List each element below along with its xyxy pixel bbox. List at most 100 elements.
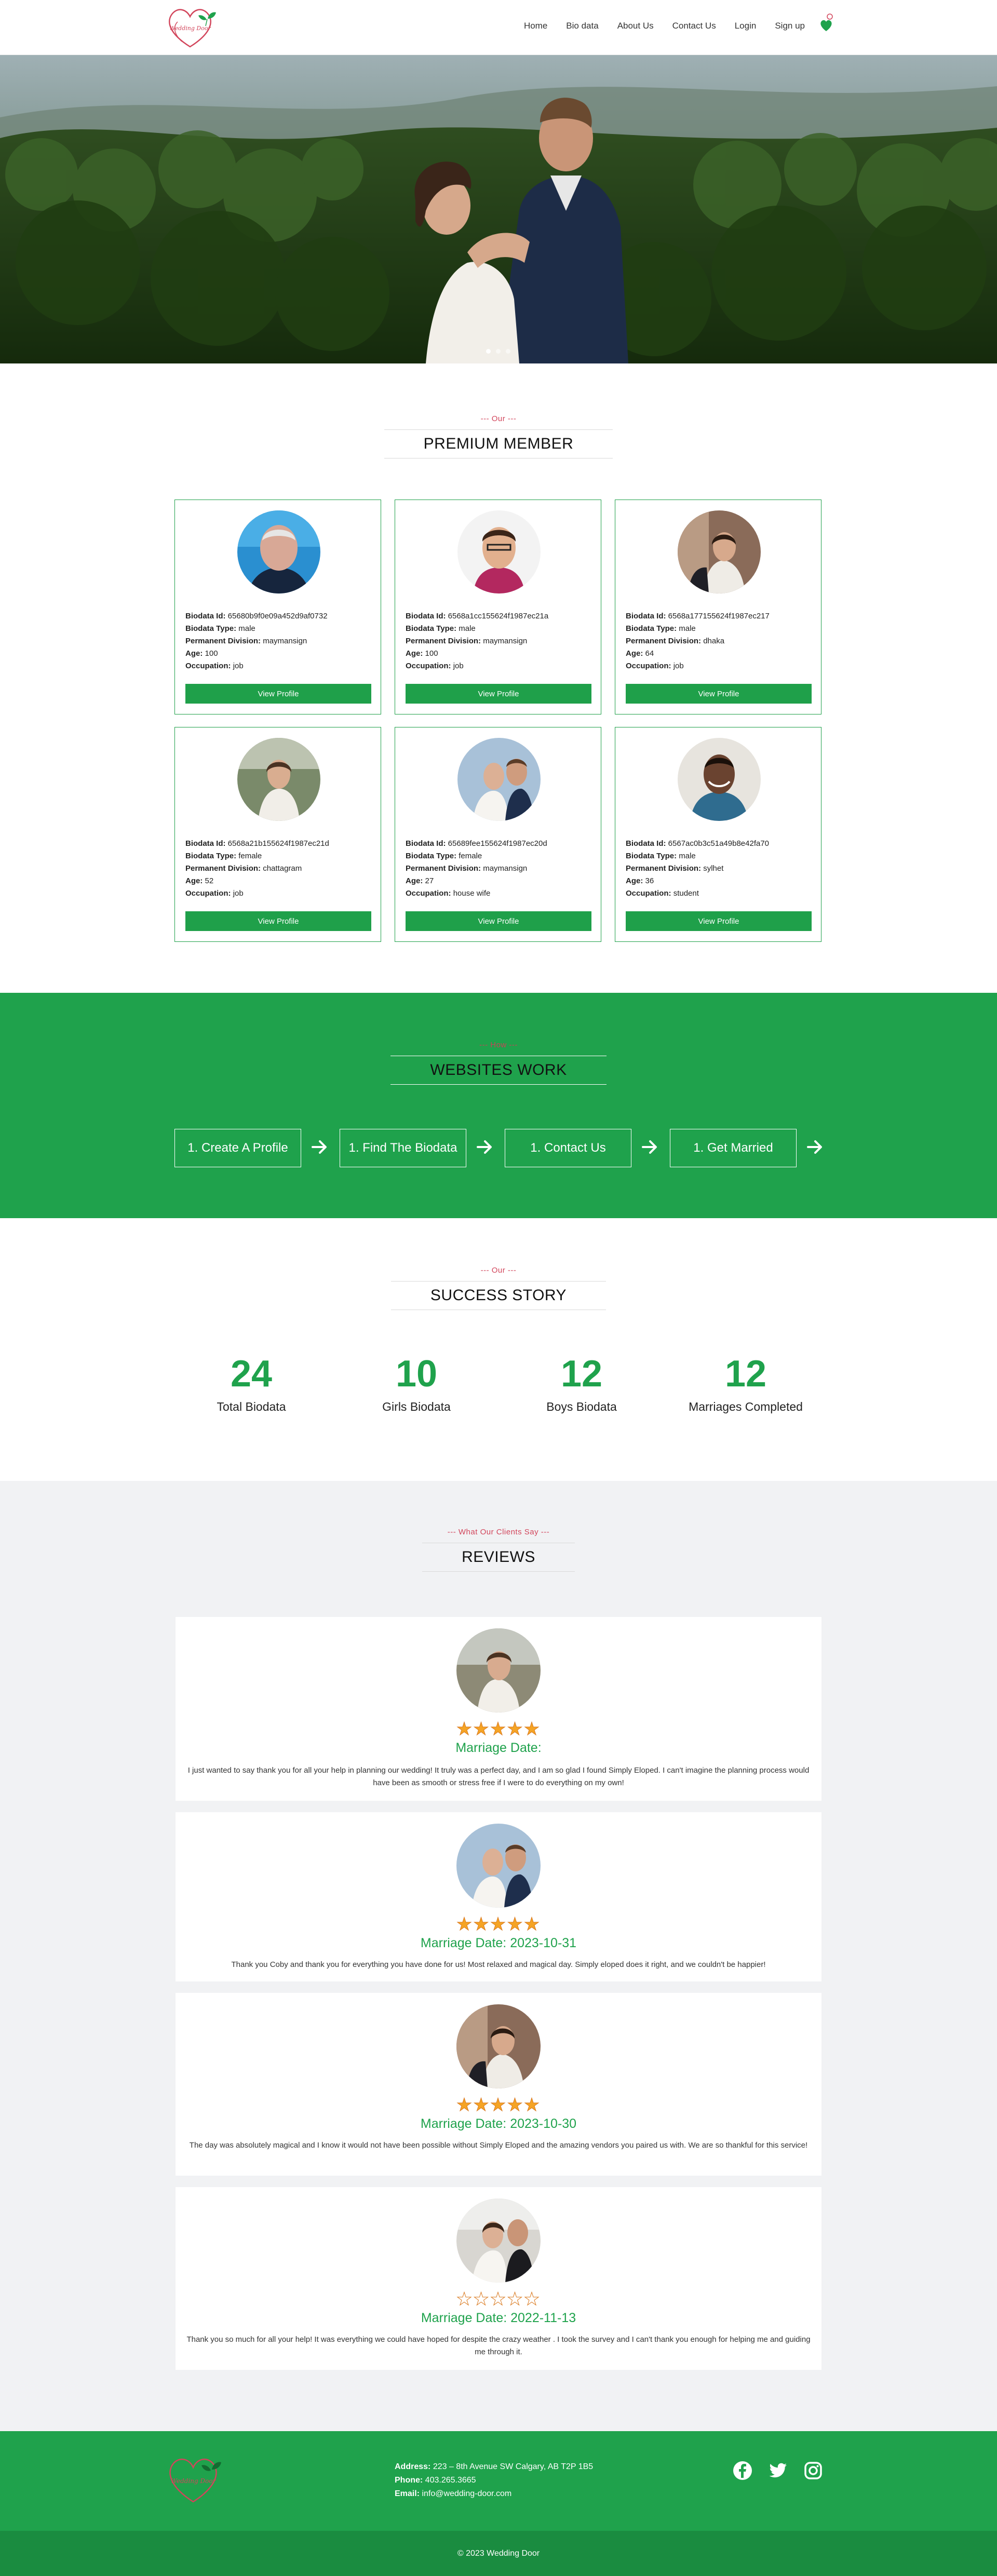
star-icon: ★ <box>473 1914 490 1934</box>
biodata-id-label: Biodata Id: <box>626 612 666 621</box>
carousel-dot-2[interactable] <box>496 349 501 354</box>
stat-marriages-completed: 12 Marriages Completed <box>668 1352 824 1414</box>
division-value: maymansign <box>483 864 528 873</box>
occupation-value: job <box>673 662 684 670</box>
age-value: 100 <box>205 649 218 658</box>
footer-logo[interactable]: Wedding Door <box>164 2454 228 2506</box>
premium-heading: --- Our --- PREMIUM MEMBER <box>0 414 997 458</box>
occupation-label: Occupation: <box>626 889 671 898</box>
view-profile-button[interactable]: View Profile <box>626 684 812 704</box>
star-icon: ★ <box>507 1914 524 1934</box>
address-label: Address: <box>395 2462 431 2471</box>
carousel-dot-3[interactable] <box>506 349 510 354</box>
rating-stars: ★★★★★ <box>176 1719 821 1739</box>
star-icon: ★ <box>473 2289 490 2309</box>
work-title: WEBSITES WORK <box>390 1056 607 1085</box>
biodata-type-value: male <box>459 624 476 633</box>
work-subtitle: --- How --- <box>479 1041 518 1049</box>
member-avatar <box>457 510 541 594</box>
nav-about-us[interactable]: About Us <box>617 21 654 31</box>
phone-value[interactable]: 403.265.3665 <box>425 2476 476 2485</box>
biodata-id-label: Biodata Id: <box>406 612 446 621</box>
member-avatar <box>237 738 320 821</box>
review-avatar <box>456 2199 541 2283</box>
biodata-id-value: 65689fee155624f1987ec20d <box>448 839 547 848</box>
star-icon: ★ <box>507 2289 524 2309</box>
division-value: chattagram <box>263 864 302 873</box>
heart-icon[interactable] <box>818 12 834 33</box>
nav-login[interactable]: Login <box>735 21 757 31</box>
site-footer: Wedding Door Address: 223 – 8th Avenue S… <box>0 2431 997 2531</box>
stat-total-biodata: 24 Total Biodata <box>173 1352 329 1414</box>
occupation-value: job <box>453 662 464 670</box>
age-label: Age: <box>626 876 643 885</box>
stat-number: 12 <box>724 1353 767 1395</box>
step-create-profile[interactable]: 1. Create A Profile <box>174 1129 301 1167</box>
twitter-icon[interactable] <box>767 2460 788 2481</box>
premium-member-card: Biodata Id: 6568a1cc155624f1987ec21a Bio… <box>395 500 601 714</box>
step-contact-us[interactable]: 1. Contact Us <box>505 1129 631 1167</box>
biodata-id-value: 6568a1cc155624f1987ec21a <box>448 612 549 621</box>
occupation-label: Occupation: <box>406 662 451 670</box>
view-profile-button[interactable]: View Profile <box>185 911 371 931</box>
star-icon: ★ <box>490 1719 507 1739</box>
stat-girls-biodata: 10 Girls Biodata <box>339 1352 494 1414</box>
nav-biodata[interactable]: Bio data <box>566 21 598 31</box>
view-profile-button[interactable]: View Profile <box>406 911 591 931</box>
nav-home[interactable]: Home <box>524 21 547 31</box>
age-label: Age: <box>406 649 423 658</box>
biodata-type-value: male <box>238 624 255 633</box>
reviews-title: REVIEWS <box>422 1543 575 1572</box>
copyright-text: © 2023 Wedding Door <box>457 2548 540 2558</box>
instagram-icon[interactable] <box>803 2460 824 2481</box>
biodata-type-value: male <box>679 624 696 633</box>
marriage-date: Marriage Date: <box>455 1741 542 1755</box>
age-value: 100 <box>425 649 438 658</box>
star-icon: ★ <box>523 1914 541 1934</box>
review-card: ★★★★★ Marriage Date: 2023-10-30 The day … <box>176 1993 821 2176</box>
division-label: Permanent Division: <box>185 864 261 873</box>
success-title: SUCCESS STORY <box>390 1281 607 1310</box>
stat-number: 24 <box>230 1353 273 1395</box>
email-value[interactable]: info@wedding-door.com <box>422 2489 511 2498</box>
review-card: ★★★★★ Marriage Date: 2022-11-13 Thank yo… <box>176 2187 821 2370</box>
age-value: 27 <box>425 876 434 885</box>
hero-banner <box>0 55 997 363</box>
email-label: Email: <box>395 2489 420 2498</box>
stat-label: Total Biodata <box>217 1400 286 1413</box>
site-logo[interactable]: Wedding Door <box>164 5 221 50</box>
view-profile-button[interactable]: View Profile <box>185 684 371 704</box>
step-get-married[interactable]: 1. Get Married <box>670 1129 797 1167</box>
member-avatar <box>678 510 761 594</box>
marriage-date: Marriage Date: 2023-10-30 <box>420 2116 577 2131</box>
work-heading: --- How --- WEBSITES WORK <box>0 1041 997 1085</box>
address-value: 223 – 8th Avenue SW Calgary, AB T2P 1B5 <box>433 2462 594 2471</box>
stat-boys-biodata: 12 Boys Biodata <box>504 1352 659 1414</box>
arrow-right-icon <box>311 1138 328 1156</box>
member-avatar <box>457 738 541 821</box>
success-heading: --- Our --- SUCCESS STORY <box>0 1266 997 1310</box>
premium-member-card: Biodata Id: 65680b9f0e09a452d9af0732 Bio… <box>174 500 381 714</box>
occupation-value: house wife <box>453 889 491 898</box>
stat-label: Marriages Completed <box>689 1400 803 1413</box>
facebook-icon[interactable] <box>732 2460 753 2481</box>
premium-subtitle: --- Our --- <box>480 414 517 423</box>
review-avatar <box>456 1824 541 1908</box>
premium-member-card: Biodata Id: 6567ac0b3c51a49b8e42fa70 Bio… <box>615 727 821 942</box>
biodata-type-value: female <box>459 852 482 860</box>
view-profile-button[interactable]: View Profile <box>406 684 591 704</box>
premium-title: PREMIUM MEMBER <box>384 429 613 458</box>
nav-contact-us[interactable]: Contact Us <box>672 21 716 31</box>
biodata-id-label: Biodata Id: <box>626 839 666 848</box>
division-value: sylhet <box>703 864 724 873</box>
view-profile-button[interactable]: View Profile <box>626 911 812 931</box>
star-icon: ★ <box>490 2289 507 2309</box>
reviews-heading: --- What Our Clients Say --- REVIEWS <box>0 1528 997 1572</box>
division-label: Permanent Division: <box>626 864 702 873</box>
step-find-biodata[interactable]: 1. Find The Biodata <box>340 1129 466 1167</box>
occupation-label: Occupation: <box>406 889 451 898</box>
phone-label: Phone: <box>395 2476 423 2485</box>
review-text: Thank you Coby and thank you for everyth… <box>231 1960 766 1969</box>
carousel-dot-1[interactable] <box>486 349 491 354</box>
nav-signup[interactable]: Sign up <box>775 21 805 31</box>
